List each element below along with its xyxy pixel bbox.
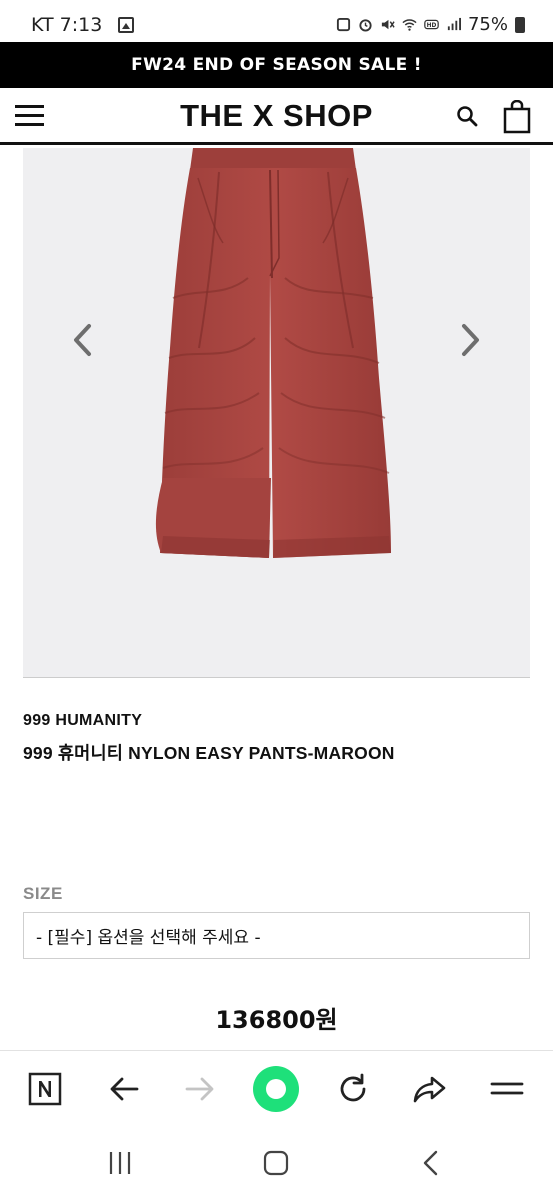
promo-banner[interactable]: FW24 END OF SEASON SALE ! — [0, 42, 553, 88]
product-image-carousel[interactable] — [23, 148, 530, 678]
arrow-left-icon — [110, 1077, 139, 1101]
alarm-icon — [359, 19, 372, 32]
size-select-dropdown[interactable]: - [필수] 옵션을 선택해 주세요 - — [23, 912, 530, 959]
naver-n-icon — [28, 1072, 62, 1106]
forward-button[interactable] — [180, 1069, 220, 1109]
promo-banner-text: FW24 END OF SEASON SALE ! — [131, 55, 422, 75]
shopping-bag-icon[interactable] — [503, 100, 531, 134]
product-brand[interactable]: 999 HUMANITY — [23, 712, 142, 730]
chevron-left-icon — [423, 1150, 438, 1176]
next-image-chevron-right-icon[interactable] — [455, 320, 485, 360]
home-button[interactable] — [256, 1148, 296, 1178]
battery-percent: 75% — [467, 14, 508, 35]
menu-bar-icon — [15, 123, 44, 126]
screenshot-notification-icon — [336, 17, 351, 32]
menu-bar-icon — [15, 105, 44, 108]
carrier-time: KT 7:13 — [31, 14, 103, 36]
signal-icon — [447, 17, 461, 31]
product-price: 136800원 — [215, 1006, 338, 1034]
refresh-icon — [340, 1073, 366, 1102]
recent-apps-button[interactable] — [100, 1148, 140, 1178]
reload-button[interactable] — [333, 1069, 373, 1109]
product-name: 999 휴머니티 NYLON EASY PANTS-MAROON — [23, 743, 395, 763]
green-dot-icon — [253, 1066, 299, 1112]
hamburger-menu-button[interactable] — [15, 105, 44, 127]
menu-lines-icon — [490, 1082, 524, 1095]
search-icon[interactable] — [455, 104, 479, 128]
browser-menu-button[interactable] — [487, 1069, 527, 1109]
system-back-button[interactable] — [411, 1148, 451, 1178]
arrow-right-icon — [185, 1077, 214, 1101]
browser-toolbar — [0, 1050, 553, 1128]
size-select-value: - [필수] 옵션을 선택해 주세요 - — [36, 928, 261, 948]
naver-home-button[interactable] — [25, 1069, 65, 1109]
home-square-icon — [263, 1150, 289, 1176]
gallery-notification-icon — [118, 17, 135, 33]
status-right: HD 75% — [336, 14, 525, 35]
green-dot-button[interactable] — [252, 1065, 300, 1113]
wifi-icon — [402, 19, 417, 31]
previous-image-chevron-left-icon[interactable] — [68, 320, 98, 360]
android-navigation-bar — [0, 1128, 553, 1200]
status-left: KT 7:13 — [31, 14, 135, 36]
recent-apps-icon — [109, 1152, 131, 1174]
site-header: THE X SHOP — [0, 88, 553, 145]
product-photo-pants — [155, 148, 391, 558]
share-arrow-icon — [413, 1076, 446, 1103]
size-option-label: SIZE — [23, 884, 63, 903]
back-button[interactable] — [104, 1069, 144, 1109]
mute-icon — [381, 19, 395, 30]
svg-text:HD: HD — [427, 23, 437, 29]
status-bar: KT 7:13 HD 75% — [0, 0, 553, 42]
share-button[interactable] — [410, 1069, 450, 1109]
battery-icon — [515, 16, 525, 33]
menu-bar-icon — [15, 114, 44, 117]
hd-voice-icon: HD — [424, 19, 439, 30]
